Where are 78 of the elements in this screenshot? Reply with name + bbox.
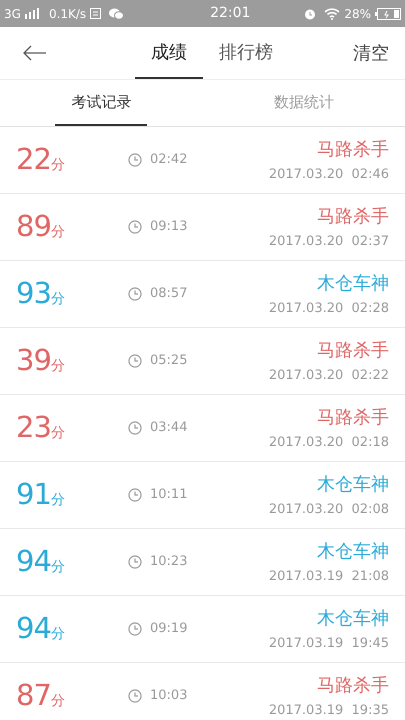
score: 23 (16, 409, 51, 446)
score: 91 (16, 476, 51, 514)
wifi-icon (324, 8, 340, 20)
record-date: 2017.03.20 02:37 (268, 232, 389, 251)
score: 89 (16, 208, 51, 246)
clear-button[interactable]: 清空 (353, 27, 405, 79)
score-unit: 分 (50, 491, 65, 510)
record-date: 2017.03.20 02:08 (268, 500, 389, 519)
alarm-icon (304, 8, 316, 20)
record-row[interactable]: 23分 03:44 马路杀手 2017.03.20 02:18 (0, 395, 405, 462)
record-date: 2017.03.20 02:28 (268, 300, 389, 318)
record-row[interactable]: 39分 05:25 马路杀手 2017.03.20 02:22 (0, 328, 405, 395)
clock-icon (128, 622, 142, 636)
network-type: 3G (4, 6, 21, 22)
score: 94 (16, 610, 51, 648)
duration: 03:44 (150, 419, 188, 438)
score-unit: 分 (50, 424, 65, 444)
clock-icon (128, 287, 142, 301)
score: 93 (16, 275, 51, 312)
duration: 10:23 (150, 553, 188, 572)
back-arrow-icon (23, 45, 47, 61)
sub-tab[interactable]: 数据统计 (258, 80, 350, 126)
record-title: 马路杀手 (317, 138, 389, 162)
record-title: 马路杀手 (317, 406, 389, 430)
duration: 02:42 (150, 151, 188, 170)
score: 22 (16, 141, 51, 178)
score: 87 (16, 677, 51, 714)
clock-icon (128, 153, 142, 167)
clock: 22:01 (210, 4, 250, 23)
clock-icon (128, 555, 142, 569)
record-title: 马路杀手 (317, 204, 389, 229)
clock-icon (128, 421, 142, 435)
clock-icon (128, 689, 142, 703)
score-unit: 分 (50, 223, 65, 242)
record-title: 木仓车神 (317, 472, 389, 497)
score-unit: 分 (50, 558, 65, 578)
battery-icon (375, 8, 401, 20)
duration: 10:03 (150, 687, 188, 706)
record-date: 2017.03.20 02:18 (268, 434, 389, 452)
signal-icon (24, 8, 41, 19)
clock-icon (128, 220, 142, 234)
record-date: 2017.03.19 19:45 (268, 634, 389, 653)
record-title: 马路杀手 (317, 674, 389, 698)
record-row[interactable]: 87分 10:03 马路杀手 2017.03.19 19:35 (0, 663, 405, 720)
record-date: 2017.03.19 19:35 (268, 702, 389, 720)
duration: 05:25 (150, 352, 188, 370)
score: 94 (16, 543, 51, 580)
nav-tab[interactable]: 排行榜 (203, 27, 289, 79)
score-unit: 分 (50, 290, 65, 310)
duration: 09:19 (150, 620, 188, 638)
record-date: 2017.03.20 02:22 (268, 366, 389, 385)
duration: 10:11 (150, 486, 188, 504)
score-unit: 分 (50, 357, 65, 376)
nav-tab[interactable]: 成绩 (135, 27, 203, 79)
duration: 09:13 (150, 218, 188, 236)
score-unit: 分 (50, 156, 65, 176)
battery-percent: 28% (344, 6, 371, 22)
record-row[interactable]: 89分 09:13 马路杀手 2017.03.20 02:37 (0, 194, 405, 261)
network-speed: 0.1K/s (48, 6, 86, 22)
record-row[interactable]: 94分 09:19 木仓车神 2017.03.19 19:45 (0, 596, 405, 663)
score-unit: 分 (50, 625, 65, 644)
record-date: 2017.03.19 21:08 (268, 568, 389, 586)
duration: 08:57 (150, 285, 188, 304)
record-title: 木仓车神 (317, 272, 389, 296)
record-row[interactable]: 93分 08:57 木仓车神 2017.03.20 02:28 (0, 261, 405, 328)
sub-tab[interactable]: 考试记录 (55, 80, 148, 126)
score: 39 (16, 342, 51, 380)
record-title: 马路杀手 (317, 338, 389, 363)
record-date: 2017.03.20 02:46 (268, 166, 389, 184)
record-row[interactable]: 94分 10:23 木仓车神 2017.03.19 21:08 (0, 529, 405, 596)
chat-icon (109, 8, 124, 20)
clock-icon (128, 488, 142, 502)
record-row[interactable]: 91分 10:11 木仓车神 2017.03.20 02:08 (0, 462, 405, 529)
score-unit: 分 (50, 692, 65, 712)
record-row[interactable]: 22分 02:42 马路杀手 2017.03.20 02:46 (0, 127, 405, 194)
record-title: 木仓车神 (317, 540, 389, 564)
clock-icon (128, 354, 142, 368)
record-title: 木仓车神 (317, 606, 389, 631)
